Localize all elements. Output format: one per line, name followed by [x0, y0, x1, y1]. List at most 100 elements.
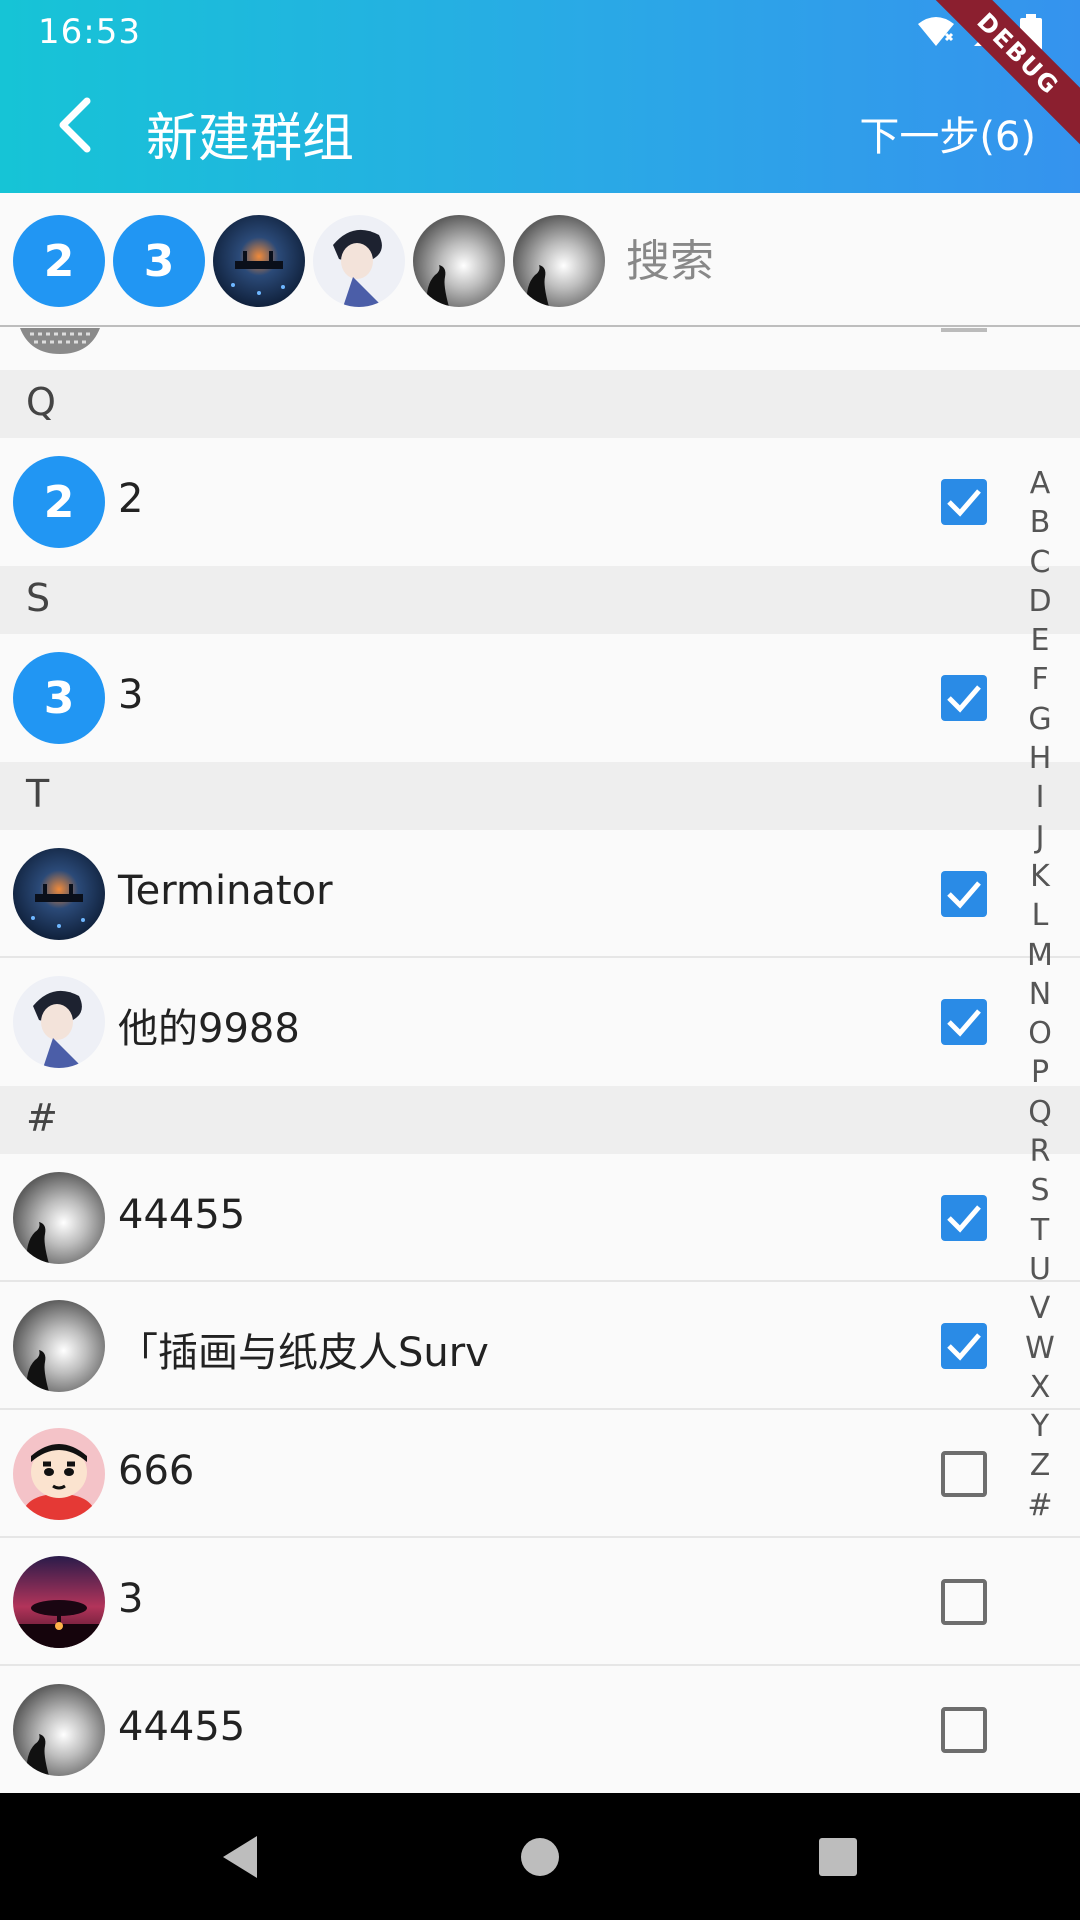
avatar: 2 — [13, 456, 105, 548]
checkbox-unchecked[interactable] — [941, 1707, 987, 1753]
nav-back-icon — [223, 1836, 257, 1878]
list-item[interactable]: 2 2 — [0, 438, 1080, 566]
checkbox-checked[interactable] — [941, 675, 987, 721]
index-letter[interactable]: H — [1029, 739, 1052, 778]
index-letter[interactable]: D — [1028, 582, 1051, 621]
contact-name: 666 — [118, 1448, 195, 1494]
status-time: 16:53 — [38, 12, 141, 52]
check-icon — [947, 489, 981, 517]
contact-name: 44455 — [118, 1704, 246, 1750]
section-header-t: T — [0, 762, 1080, 830]
index-letter[interactable]: R — [1030, 1132, 1051, 1171]
index-letter[interactable]: K — [1030, 857, 1050, 896]
list-item[interactable]: 44455 — [0, 1666, 1080, 1793]
check-icon — [947, 685, 981, 713]
list-item[interactable]: 他的9988 — [0, 958, 1080, 1086]
checkbox-checked[interactable] — [941, 479, 987, 525]
contact-list[interactable]: Q 2 2 S 3 3 T Terminator 他的9988 # 44455 — [0, 328, 1080, 1793]
selected-chip-gray-silhouette-avatar[interactable] — [413, 215, 505, 307]
checkbox-unchecked[interactable] — [941, 1451, 987, 1497]
search-input[interactable] — [624, 223, 984, 299]
index-letter[interactable]: C — [1030, 543, 1051, 582]
index-letter[interactable]: I — [1036, 778, 1045, 817]
contact-name: 3 — [118, 1576, 144, 1622]
index-letter[interactable]: V — [1030, 1289, 1051, 1328]
sunset-tree-avatar — [13, 1556, 105, 1648]
index-letter[interactable]: W — [1025, 1329, 1055, 1368]
system-nav-bar — [0, 1793, 1080, 1920]
back-button[interactable] — [40, 92, 110, 162]
selected-chip-gray-silhouette-avatar[interactable] — [513, 215, 605, 307]
index-letter[interactable]: S — [1030, 1171, 1049, 1210]
index-letter[interactable]: T — [1031, 1211, 1049, 1250]
index-letter[interactable]: J — [1036, 818, 1045, 857]
checkbox-checked[interactable] — [941, 1323, 987, 1369]
alphabet-index[interactable]: A B C D E F G H I J K L M N O P Q R S T U V W X Y Z # — [1018, 464, 1062, 1525]
partial-avatar-icon — [20, 328, 100, 354]
checkbox-unchecked[interactable] — [941, 1579, 987, 1625]
nav-home-button[interactable] — [510, 1827, 570, 1887]
contact-name: 2 — [118, 476, 144, 522]
contact-name: 44455 — [118, 1192, 246, 1238]
app-bar: 16:53 DEBUG 新建群组 下一步(6) — [0, 0, 1080, 193]
contact-name: 3 — [118, 672, 144, 718]
contact-name: 「插画与纸皮人Surv — [118, 1330, 489, 1376]
section-header-s: S — [0, 566, 1080, 634]
index-letter[interactable]: A — [1030, 464, 1051, 503]
section-header-q: Q — [0, 370, 1080, 438]
check-icon — [947, 1205, 981, 1233]
checkbox-checked[interactable] — [941, 999, 987, 1045]
list-item[interactable]: 3 3 — [0, 634, 1080, 762]
selected-chip-night-boat-avatar[interactable] — [213, 215, 305, 307]
list-item[interactable]: 44455 — [0, 1154, 1080, 1282]
list-item[interactable]: 3 — [0, 1538, 1080, 1666]
index-letter[interactable]: Z — [1030, 1446, 1051, 1485]
anime-boy-avatar — [13, 976, 105, 1068]
index-letter[interactable]: O — [1028, 1014, 1052, 1053]
section-header-hash: # — [0, 1086, 1080, 1154]
list-item[interactable]: Terminator — [0, 830, 1080, 958]
check-icon — [947, 1009, 981, 1037]
index-letter[interactable]: F — [1031, 660, 1048, 699]
selected-chip[interactable]: 2 — [13, 215, 105, 307]
list-item-partial — [0, 328, 1080, 370]
gray-silhouette-avatar — [13, 1300, 105, 1392]
nav-recents-button[interactable] — [808, 1827, 868, 1887]
index-letter[interactable]: B — [1030, 503, 1051, 542]
next-step-button[interactable]: 下一步(6) — [859, 104, 1036, 162]
index-letter[interactable]: G — [1028, 700, 1051, 739]
check-icon — [947, 1333, 981, 1361]
index-letter[interactable]: Q — [1028, 1093, 1052, 1132]
index-letter[interactable]: Y — [1031, 1407, 1049, 1446]
index-letter[interactable]: X — [1030, 1368, 1051, 1407]
contact-name: 他的9988 — [118, 1006, 300, 1052]
check-icon — [947, 881, 981, 909]
nav-back-button[interactable] — [210, 1827, 270, 1887]
avatar: 3 — [13, 652, 105, 744]
wifi-icon — [916, 16, 956, 52]
gray-silhouette-avatar — [13, 1172, 105, 1264]
index-letter[interactable]: # — [1027, 1486, 1052, 1525]
nav-home-icon — [521, 1838, 559, 1876]
index-letter[interactable]: N — [1029, 975, 1051, 1014]
checkbox-checked[interactable] — [941, 1195, 987, 1241]
index-letter[interactable]: L — [1032, 896, 1049, 935]
partial-checkbox — [941, 328, 987, 332]
checkbox-checked[interactable] — [941, 871, 987, 917]
list-item[interactable]: 666 — [0, 1410, 1080, 1538]
page-title: 新建群组 — [146, 109, 355, 169]
gray-silhouette-avatar — [13, 1684, 105, 1776]
selected-chip-anime-boy-avatar[interactable] — [313, 215, 405, 307]
index-letter[interactable]: P — [1031, 1053, 1049, 1092]
selected-chip[interactable]: 3 — [113, 215, 205, 307]
index-letter[interactable]: U — [1029, 1250, 1051, 1289]
index-letter[interactable]: M — [1027, 936, 1053, 975]
status-bar: 16:53 DEBUG — [0, 0, 1080, 153]
list-item[interactable]: 「插画与纸皮人Surv — [0, 1282, 1080, 1410]
selected-members-bar: 2 3 — [0, 193, 1080, 327]
arrow-back-icon — [55, 97, 95, 157]
nav-recents-icon — [819, 1838, 857, 1876]
cartoon-boy-avatar — [13, 1428, 105, 1520]
night-boat-avatar — [13, 848, 105, 940]
index-letter[interactable]: E — [1031, 621, 1050, 660]
